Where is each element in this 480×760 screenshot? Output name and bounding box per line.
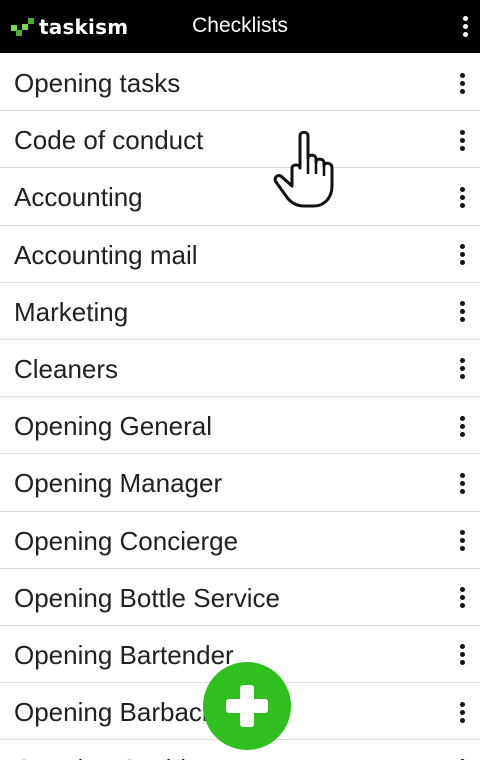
list-item[interactable]: Opening Bottle Service (0, 568, 480, 626)
top-bar: taskism Checklists (0, 0, 480, 53)
item-menu-icon[interactable] (454, 528, 470, 554)
item-menu-icon[interactable] (454, 756, 470, 760)
checklist-name: Opening tasks (14, 68, 181, 98)
checklist-name: Opening Concierge (14, 525, 239, 556)
item-menu-icon[interactable] (454, 470, 470, 496)
checklist-name: Opening Cashier (14, 754, 209, 760)
item-menu-icon[interactable] (454, 70, 470, 96)
page-title: Checklists (192, 14, 288, 37)
item-menu-icon[interactable] (454, 585, 470, 611)
checklist-name: Opening General (14, 411, 213, 442)
checklist-name: Opening Manager (14, 468, 223, 499)
list-item[interactable]: Opening Concierge (0, 511, 480, 569)
checklist-name: Code of conduct (14, 125, 204, 156)
checklist-name: Opening Barback (14, 697, 215, 728)
item-menu-icon[interactable] (454, 413, 470, 439)
list-item[interactable]: Opening Manager (0, 454, 480, 512)
plus-icon-bar (226, 699, 268, 713)
checklist-name: Accounting mail (14, 239, 198, 270)
checklist-name: Opening Bottle Service (14, 582, 280, 613)
list-item[interactable]: Marketing (0, 282, 480, 340)
item-menu-icon[interactable] (454, 356, 470, 382)
app-screen: taskism Checklists Opening tasks Code of … (0, 0, 480, 760)
item-menu-icon[interactable] (454, 184, 470, 210)
list-item[interactable]: Opening General (0, 397, 480, 455)
checklist-name: Accounting (14, 182, 143, 213)
list-item[interactable]: Opening tasks (0, 54, 480, 112)
item-menu-icon[interactable] (454, 127, 470, 153)
checklist-name: Marketing (14, 296, 129, 327)
list-item[interactable]: Accounting (0, 168, 480, 226)
item-menu-icon[interactable] (454, 642, 470, 668)
checklist-name: Cleaners (14, 353, 119, 384)
list-item[interactable]: Accounting mail (0, 225, 480, 283)
item-menu-icon[interactable] (454, 299, 470, 325)
item-menu-icon[interactable] (454, 242, 470, 268)
item-menu-icon[interactable] (454, 699, 470, 725)
checklist-list: Opening tasks Code of conduct Accounting Ac… (0, 54, 480, 760)
list-item[interactable]: Code of conduct (0, 111, 480, 169)
overflow-menu-icon[interactable] (456, 12, 474, 40)
checklist-name: Opening Bartender (14, 639, 234, 670)
list-item[interactable]: Cleaners (0, 339, 480, 398)
add-checklist-button[interactable] (203, 662, 291, 750)
